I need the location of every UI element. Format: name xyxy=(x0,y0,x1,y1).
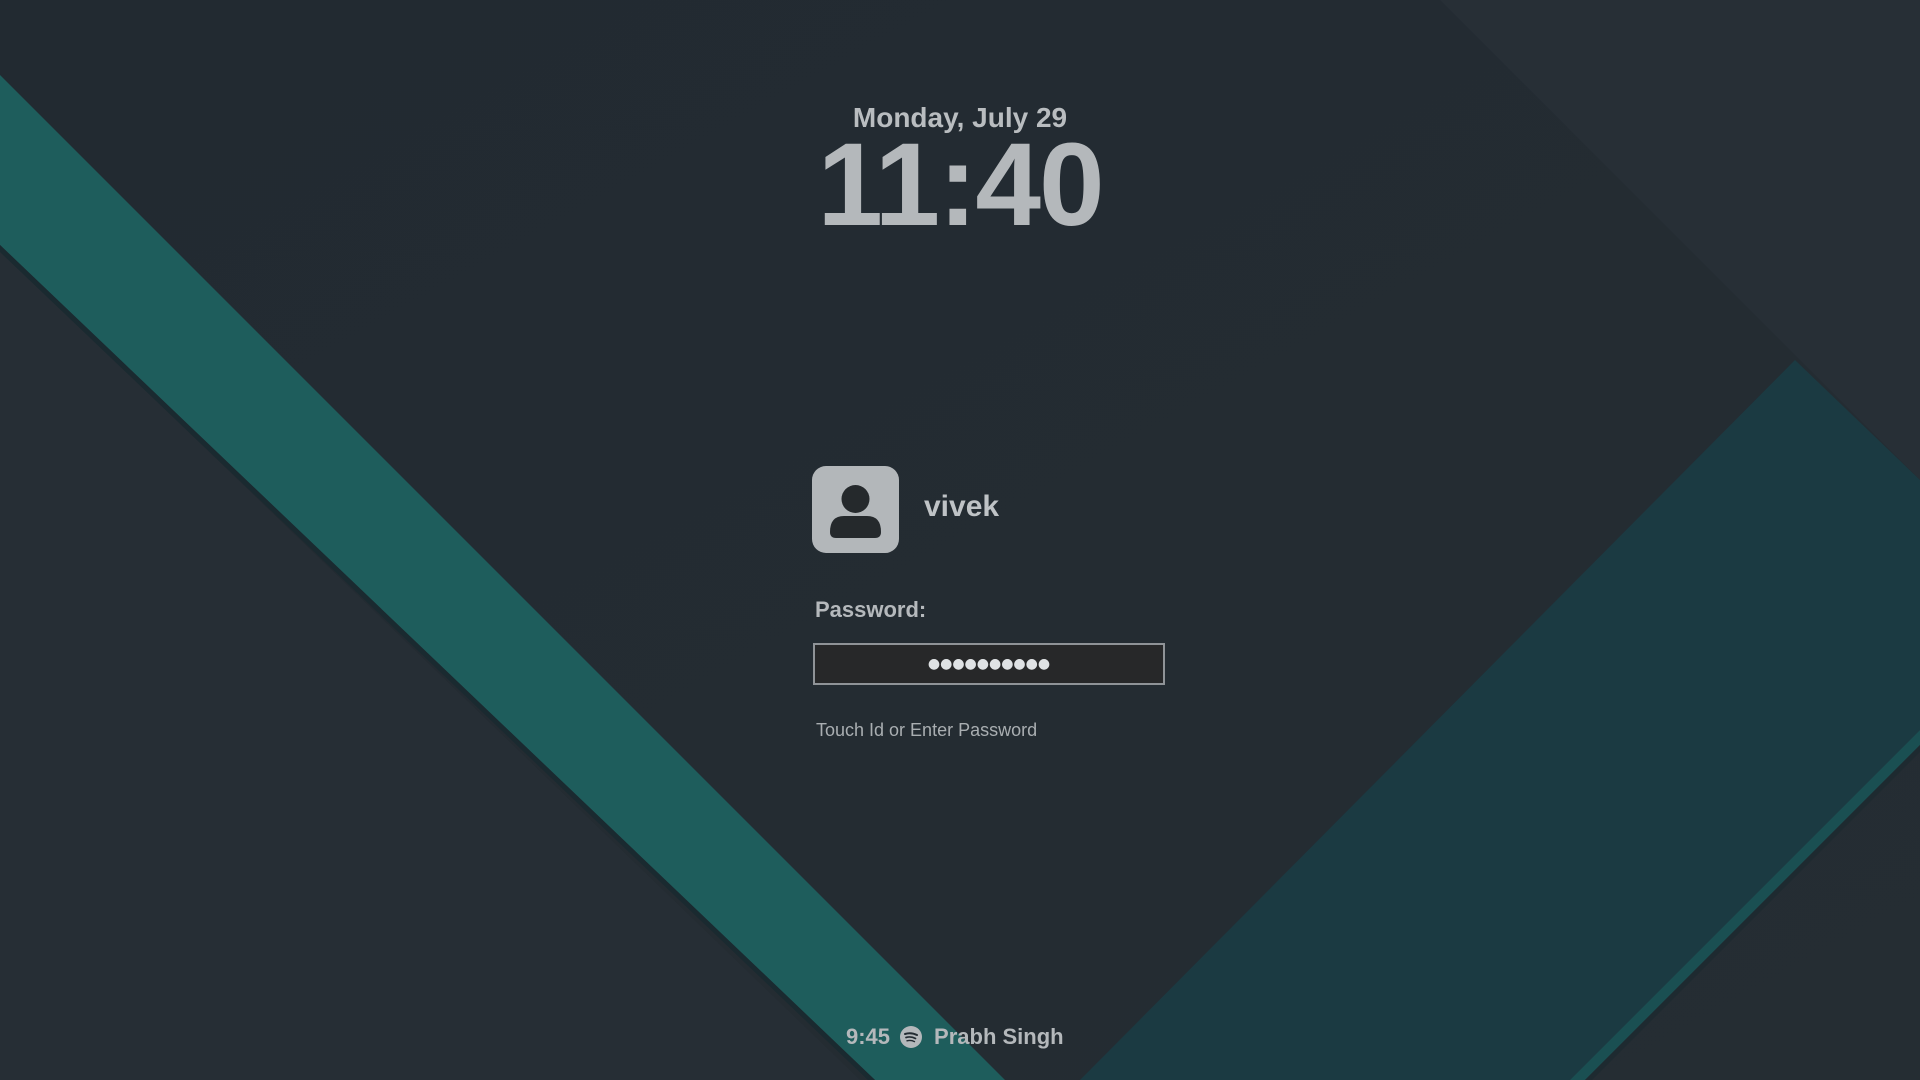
user-silhouette-icon xyxy=(830,485,881,538)
lock-clock: 11:40 xyxy=(817,119,1104,251)
user-avatar[interactable] xyxy=(812,466,899,553)
username-label: vivek xyxy=(924,490,1000,523)
password-label: Password: xyxy=(815,597,927,622)
lock-screen: Monday, July 29 11:40 vivek Password: To… xyxy=(0,0,1920,1080)
password-hint: Touch Id or Enter Password xyxy=(816,720,1038,740)
spotify-icon xyxy=(900,1026,923,1048)
password-input[interactable] xyxy=(813,643,1165,685)
now-playing[interactable]: 9:45 Prabh Singh xyxy=(846,1022,1064,1052)
now-playing-time: 9:45 xyxy=(846,1024,891,1049)
now-playing-artist: Prabh Singh xyxy=(934,1024,1064,1049)
